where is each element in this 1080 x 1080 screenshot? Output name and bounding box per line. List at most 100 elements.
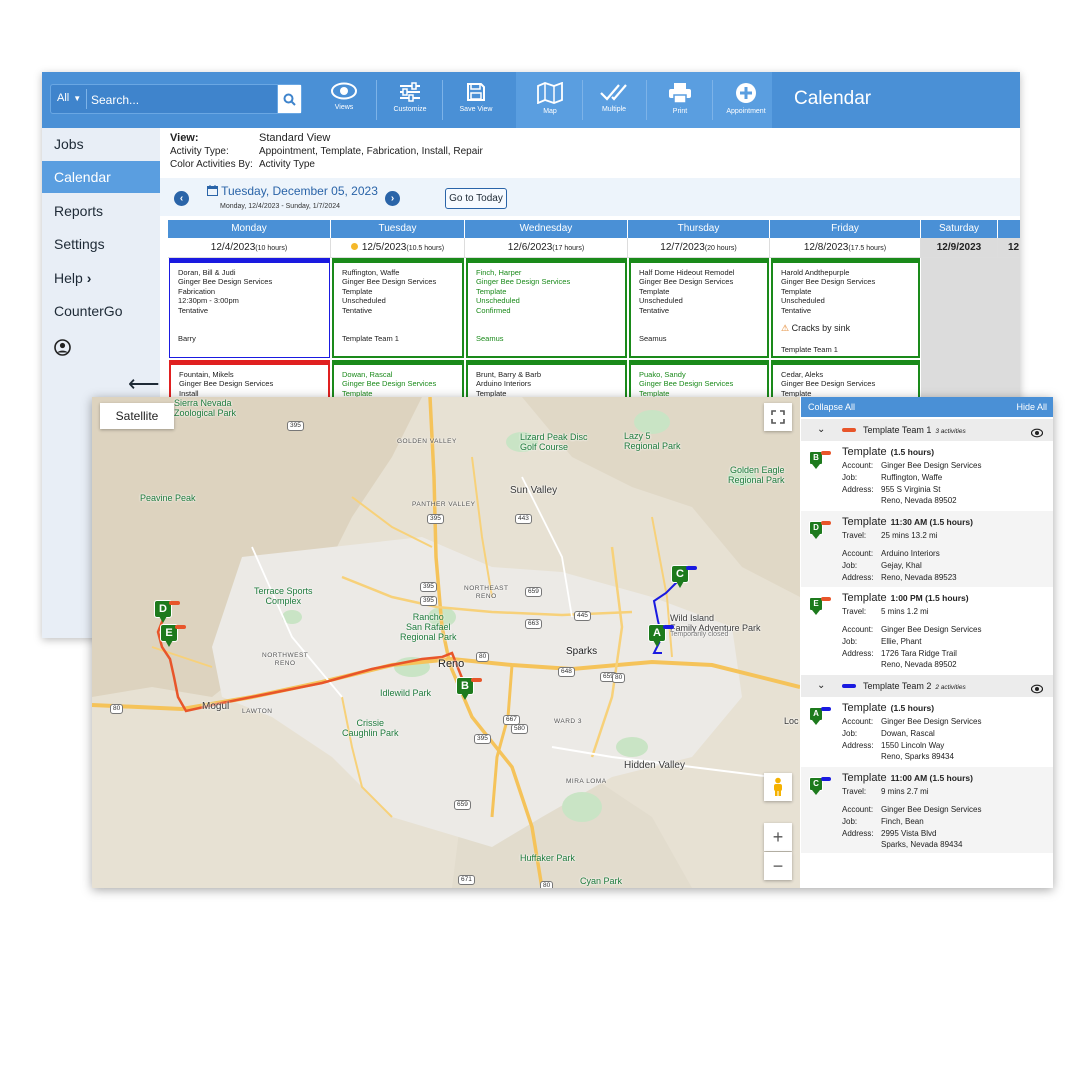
sidebar-item-help[interactable]: Help › bbox=[42, 262, 160, 294]
map-marker-a[interactable]: A bbox=[648, 624, 674, 647]
highway-shield: 659 bbox=[525, 587, 542, 597]
go-to-today-button[interactable]: Go to Today bbox=[445, 188, 507, 209]
map-label-wild-island: Wild Island Family Adventure Park bbox=[670, 613, 761, 633]
day-date[interactable]: 12/7/2023(20 hours) bbox=[628, 238, 770, 258]
sidebar-item-reports[interactable]: Reports bbox=[42, 195, 160, 227]
map-label-idlewild: Idlewild Park bbox=[380, 688, 432, 698]
sidebar-item-jobs[interactable]: Jobs bbox=[42, 128, 160, 160]
event-line: Unscheduled bbox=[781, 296, 825, 306]
profile-button[interactable] bbox=[42, 330, 160, 362]
back-arrow-icon[interactable]: ⟵ bbox=[114, 368, 160, 400]
highway-shield: 395 bbox=[427, 514, 444, 524]
day-header: Wednesday bbox=[465, 220, 628, 238]
chevron-right-icon: › bbox=[86, 270, 92, 286]
team-header[interactable]: ⌄ Template Team 22 activities bbox=[801, 675, 1053, 697]
event-line: 12:30pm - 3:00pm bbox=[178, 296, 239, 306]
sun-icon bbox=[350, 243, 358, 250]
day-date[interactable]: 12/8/2023(17.5 hours) bbox=[770, 238, 921, 258]
event-line: Ginger Bee Design Services bbox=[342, 277, 437, 287]
event-line: Ginger Bee Design Services bbox=[179, 379, 274, 389]
current-date[interactable]: Tuesday, December 05, 2023 bbox=[207, 184, 378, 198]
calendar-event[interactable]: Ruffington, Waffe Ginger Bee Design Servi… bbox=[332, 258, 464, 358]
search-button[interactable] bbox=[277, 85, 301, 113]
map-label-crissie: Crissie Caughlin Park bbox=[342, 718, 399, 738]
event-line: Confirmed bbox=[476, 305, 511, 315]
event-line: Arduino Interiors bbox=[476, 379, 532, 389]
map-button[interactable]: Map bbox=[524, 72, 576, 128]
event-assignee: Template Team 1 bbox=[342, 334, 399, 343]
map-label-lazy5: Lazy 5 Regional Park bbox=[624, 431, 681, 451]
zoom-out-button[interactable]: − bbox=[764, 852, 792, 880]
map-marker-d[interactable]: D bbox=[154, 600, 180, 623]
day-date[interactable]: 12/5/2023(10.5 hours) bbox=[331, 238, 465, 258]
views-button[interactable]: Views bbox=[318, 72, 370, 128]
event-line: Tentative bbox=[178, 305, 209, 315]
panel-header: Collapse All Hide All bbox=[801, 397, 1053, 417]
street-view-pegman[interactable] bbox=[764, 773, 792, 801]
map-marker-e[interactable]: E bbox=[160, 624, 186, 647]
date-range: Monday, 12/4/2023 - Sunday, 1/7/2024 bbox=[220, 203, 340, 210]
calendar-event[interactable]: Brunt, Barry & Barb Arduino Interiors Temp… bbox=[466, 360, 627, 400]
event-assignee: Template Team 1 bbox=[781, 345, 838, 354]
search-input[interactable] bbox=[91, 92, 271, 108]
map-label-lawton: LAWTON bbox=[242, 708, 273, 715]
activity-card[interactable]: B Template (1.5 hours) Account: Ginger Bee D… bbox=[801, 441, 1053, 511]
map-base bbox=[92, 397, 800, 888]
map-marker-c[interactable]: C bbox=[671, 565, 697, 588]
highway-shield: 663 bbox=[525, 619, 542, 629]
calendar-event[interactable]: Half Dome Hideout Remodel Ginger Bee Desi… bbox=[629, 258, 769, 358]
event-line: Ruffington, Waffe bbox=[342, 268, 400, 277]
calendar-event[interactable]: Dowan, Rascal Ginger Bee Design Services T… bbox=[332, 360, 464, 400]
map-view[interactable]: Sierra Nevada Zoological Park GOLDEN VAL… bbox=[92, 397, 800, 888]
search-scope-select[interactable]: All ▼ bbox=[57, 92, 81, 104]
calendar-event[interactable]: Doran, Bill & Judi Ginger Bee Design Serv… bbox=[169, 258, 330, 358]
event-line: Ginger Bee Design Services bbox=[639, 277, 734, 287]
multiple-button[interactable]: Multiple bbox=[588, 72, 640, 128]
sidebar-item-calendar[interactable]: Calendar bbox=[42, 161, 160, 193]
satellite-toggle-button[interactable]: Satellite bbox=[100, 403, 174, 429]
day-date[interactable]: 12/6/2023(17 hours) bbox=[465, 238, 628, 258]
calendar-icon bbox=[207, 185, 218, 196]
team-header[interactable]: ⌄ Template Team 13 activities bbox=[801, 419, 1053, 441]
prev-week-button[interactable]: ‹ bbox=[174, 191, 189, 206]
day-date[interactable]: 12 bbox=[998, 238, 1020, 258]
event-line: Tentative bbox=[639, 305, 670, 315]
event-line: Fabrication bbox=[178, 286, 216, 296]
activity-card[interactable]: D Template 11:30 AM (1.5 hours) Travel: 25 m… bbox=[801, 511, 1053, 587]
next-week-button[interactable]: › bbox=[385, 191, 400, 206]
chevron-down-icon[interactable]: ⌄ bbox=[817, 419, 825, 441]
print-button[interactable]: Print bbox=[654, 72, 706, 128]
calendar-event[interactable]: Fountain, Mikels Ginger Bee Design Servic… bbox=[169, 360, 330, 400]
day-date[interactable]: 12/9/2023 bbox=[921, 238, 998, 258]
highway-shield: 648 bbox=[558, 667, 575, 677]
sidebar-item-countergo[interactable]: CounterGo bbox=[42, 295, 160, 327]
event-line: Template bbox=[476, 286, 507, 296]
zoom-in-button[interactable]: + bbox=[764, 823, 792, 851]
activity-card[interactable]: C Template 11:00 AM (1.5 hours) Travel: 9 mi… bbox=[801, 767, 1053, 853]
map-label-ward3: WARD 3 bbox=[554, 718, 583, 725]
team-color-swatch bbox=[842, 684, 856, 688]
hide-all-link[interactable]: Hide All bbox=[1016, 397, 1047, 417]
event-line: Dowan, Rascal bbox=[342, 370, 393, 379]
day-date[interactable]: 12/4/2023(10 hours) bbox=[168, 238, 331, 258]
appointment-button[interactable]: Appointment bbox=[718, 72, 774, 128]
map-label-temp-closed: Temporarily closed bbox=[670, 631, 729, 638]
calendar-event[interactable]: Finch, Harper Ginger Bee Design Services T… bbox=[466, 258, 627, 358]
customize-button[interactable]: Customize bbox=[384, 72, 436, 128]
event-line: Half Dome Hideout Remodel bbox=[639, 268, 735, 277]
activity-card[interactable]: E Template 1:00 PM (1.5 hours) Travel: 5 min… bbox=[801, 587, 1053, 675]
map-marker-b[interactable]: B bbox=[456, 677, 482, 700]
save-view-button[interactable]: Save View bbox=[450, 72, 502, 128]
calendar-event[interactable]: Cedar, Aleks Ginger Bee Design Services Te… bbox=[771, 360, 920, 400]
event-line: Template bbox=[342, 286, 373, 296]
calendar-event[interactable]: Puako, Sandy Ginger Bee Design Services Te… bbox=[629, 360, 769, 400]
sidebar-item-settings[interactable]: Settings bbox=[42, 228, 160, 260]
map-label-lizard-peak: Lizard Peak Disc Golf Course bbox=[520, 432, 588, 452]
calendar-event[interactable]: Harold Andthepurple Ginger Bee Design Ser… bbox=[771, 258, 920, 358]
fullscreen-button[interactable] bbox=[764, 403, 792, 431]
activity-card[interactable]: A Template (1.5 hours) Account: Ginger Bee D… bbox=[801, 697, 1053, 767]
chevron-down-icon[interactable]: ⌄ bbox=[817, 675, 825, 697]
collapse-all-link[interactable]: Collapse All bbox=[808, 397, 855, 417]
map-label-sparks: Sparks bbox=[566, 646, 598, 657]
event-line: Ginger Bee Design Services bbox=[781, 277, 876, 287]
